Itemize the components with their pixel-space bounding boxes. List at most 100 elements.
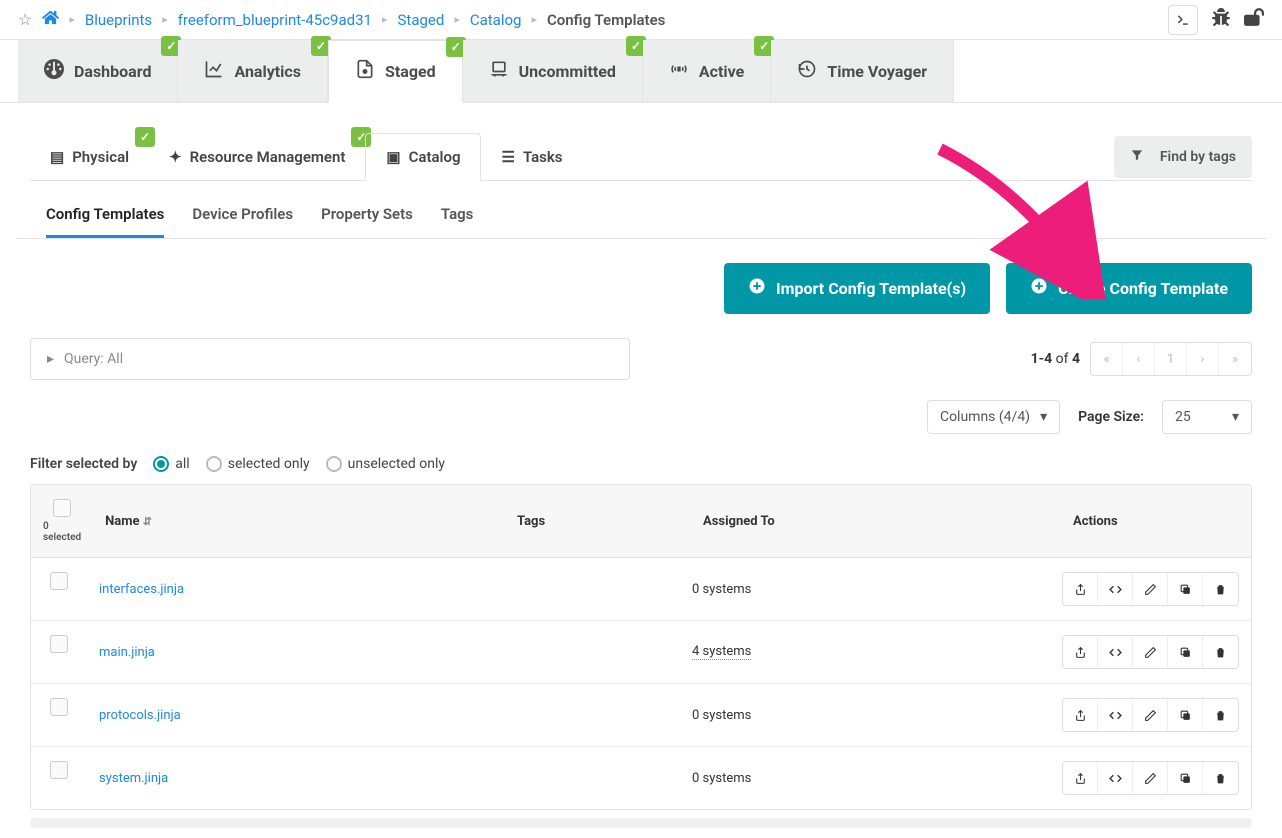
radio-all[interactable]: all bbox=[153, 456, 189, 472]
template-name-link[interactable]: main.jinja bbox=[99, 645, 155, 660]
page-size-selector[interactable]: 25 ▾ bbox=[1162, 400, 1252, 434]
import-config-template-button[interactable]: Import Config Template(s) bbox=[724, 263, 990, 314]
catalog-tab-property-sets[interactable]: Property Sets bbox=[321, 205, 413, 238]
catalog-tab-device-profiles[interactable]: Device Profiles bbox=[192, 205, 293, 238]
export-icon-button[interactable] bbox=[1063, 636, 1098, 668]
assigned-count[interactable]: 4 systems bbox=[692, 644, 751, 660]
radio-unselected-only[interactable]: unselected only bbox=[326, 456, 445, 472]
edit-icon-button[interactable] bbox=[1133, 636, 1168, 668]
tab-label: Staged bbox=[385, 62, 436, 81]
tab-staged[interactable]: ✓ Staged bbox=[328, 40, 463, 103]
plus-circle-icon bbox=[748, 277, 766, 300]
edit-icon-button[interactable] bbox=[1133, 699, 1168, 731]
copy-icon-button[interactable] bbox=[1168, 699, 1203, 731]
tab-time-voyager[interactable]: Time Voyager bbox=[771, 40, 954, 102]
delete-icon-button[interactable] bbox=[1203, 762, 1238, 794]
terminal-button[interactable] bbox=[1168, 5, 1198, 35]
home-icon[interactable] bbox=[42, 9, 59, 31]
assigned-count: 0 systems bbox=[692, 771, 751, 786]
columns-selector[interactable]: Columns (4/4) ▾ bbox=[927, 400, 1060, 434]
breadcrumb-link[interactable]: Blueprints bbox=[85, 11, 152, 29]
code-icon-button[interactable] bbox=[1098, 699, 1133, 731]
row-checkbox[interactable] bbox=[50, 635, 68, 653]
row-select-cell bbox=[31, 621, 87, 683]
code-icon-button[interactable] bbox=[1098, 636, 1133, 668]
code-icon-button[interactable] bbox=[1098, 573, 1133, 605]
list-icon: ☰ bbox=[501, 148, 514, 166]
row-tags-cell bbox=[494, 747, 680, 809]
export-icon-button[interactable] bbox=[1063, 762, 1098, 794]
code-icon-button[interactable] bbox=[1098, 762, 1133, 794]
pager-range: 1-4 bbox=[1031, 351, 1053, 367]
pager-page-current[interactable]: 1 bbox=[1155, 343, 1187, 375]
sub-tab-tasks[interactable]: ☰ Tasks bbox=[481, 133, 582, 181]
tab-dashboard[interactable]: ✓ Dashboard bbox=[18, 40, 178, 102]
catalog-tab-config-templates[interactable]: Config Templates bbox=[46, 205, 164, 238]
tab-uncommitted[interactable]: ✓ Uncommitted bbox=[463, 40, 643, 102]
row-assigned-cell: 4 systems bbox=[680, 621, 1050, 683]
row-tags-cell bbox=[494, 558, 680, 620]
export-icon-button[interactable] bbox=[1063, 573, 1098, 605]
row-name-cell: interfaces.jinja bbox=[87, 558, 494, 620]
sub-tab-label: Tasks bbox=[523, 148, 563, 166]
template-name-link[interactable]: system.jinja bbox=[99, 771, 168, 786]
find-by-tags-button[interactable]: Find by tags bbox=[1114, 136, 1252, 178]
radio-text: selected only bbox=[228, 456, 310, 472]
query-expander[interactable]: ▸ Query: All bbox=[30, 338, 630, 380]
breadcrumb-link[interactable]: Catalog bbox=[470, 11, 522, 29]
export-icon-button[interactable] bbox=[1063, 699, 1098, 731]
pager-info: 1-4 of 4 bbox=[1031, 351, 1080, 367]
page-size-value: 25 bbox=[1175, 409, 1191, 425]
copy-icon-button[interactable] bbox=[1168, 573, 1203, 605]
catalog-tab-tags[interactable]: Tags bbox=[441, 205, 474, 238]
pager-next-button[interactable]: › bbox=[1187, 343, 1219, 375]
row-actions bbox=[1062, 698, 1239, 732]
delete-icon-button[interactable] bbox=[1203, 573, 1238, 605]
pager: 1-4 of 4 « ‹ 1 › » bbox=[1031, 342, 1252, 376]
tab-analytics[interactable]: ✓ Analytics bbox=[178, 40, 328, 102]
header-name[interactable]: Name ⇵ bbox=[93, 485, 505, 557]
unlock-icon[interactable] bbox=[1244, 7, 1264, 32]
row-checkbox[interactable] bbox=[50, 761, 68, 779]
sub-tab-resource-mgmt[interactable]: ✓ ✦ Resource Management bbox=[149, 133, 365, 181]
server-icon: ▤ bbox=[50, 148, 64, 166]
breadcrumb-link[interactable]: freeform_blueprint-45c9ad31 bbox=[178, 11, 372, 29]
bug-icon[interactable] bbox=[1212, 8, 1230, 31]
tab-active[interactable]: ✓ Active bbox=[643, 40, 771, 102]
create-config-template-button[interactable]: Create Config Template bbox=[1006, 263, 1252, 314]
radio-selected-only[interactable]: selected only bbox=[206, 456, 310, 472]
edit-icon-button[interactable] bbox=[1133, 762, 1168, 794]
breadcrumb-link[interactable]: Staged bbox=[398, 11, 445, 29]
sub-tab-physical[interactable]: ✓ ▤ Physical bbox=[30, 133, 149, 181]
template-name-link[interactable]: protocols.jinja bbox=[99, 708, 181, 723]
filter-icon bbox=[1130, 148, 1144, 166]
row-assigned-cell: 0 systems bbox=[680, 747, 1050, 809]
row-checkbox[interactable] bbox=[50, 698, 68, 716]
breadcrumb-sep: ▸ bbox=[69, 13, 75, 26]
row-checkbox[interactable] bbox=[50, 572, 68, 590]
copy-icon-button[interactable] bbox=[1168, 636, 1203, 668]
row-tags-cell bbox=[494, 684, 680, 746]
delete-icon-button[interactable] bbox=[1203, 636, 1238, 668]
delete-icon-button[interactable] bbox=[1203, 699, 1238, 731]
row-actions-cell bbox=[1050, 621, 1251, 683]
select-all-checkbox[interactable] bbox=[53, 499, 71, 517]
header-assigned[interactable]: Assigned To bbox=[691, 485, 1061, 557]
breadcrumb: ☆ ▸ Blueprints ▸ freeform_blueprint-45c9… bbox=[18, 9, 1168, 31]
selected-count: 0 selected bbox=[43, 521, 81, 543]
copy-icon-button[interactable] bbox=[1168, 762, 1203, 794]
catalog-tabs: Config Templates Device Profiles Propert… bbox=[16, 181, 1266, 239]
edit-icon-button[interactable] bbox=[1133, 573, 1168, 605]
header-actions: Actions bbox=[1061, 485, 1251, 557]
header-tags[interactable]: Tags bbox=[505, 485, 691, 557]
horizontal-scrollbar[interactable] bbox=[30, 818, 1252, 828]
button-label: Create Config Template bbox=[1058, 279, 1228, 298]
template-name-link[interactable]: interfaces.jinja bbox=[99, 582, 184, 597]
sub-tab-catalog[interactable]: ▣ Catalog bbox=[365, 133, 481, 181]
pager-prev-button[interactable]: ‹ bbox=[1123, 343, 1155, 375]
pager-last-button[interactable]: » bbox=[1219, 343, 1251, 375]
top-actions bbox=[1168, 5, 1264, 35]
pager-first-button[interactable]: « bbox=[1091, 343, 1123, 375]
button-label: Import Config Template(s) bbox=[776, 279, 966, 298]
favorite-star-icon[interactable]: ☆ bbox=[18, 10, 32, 29]
